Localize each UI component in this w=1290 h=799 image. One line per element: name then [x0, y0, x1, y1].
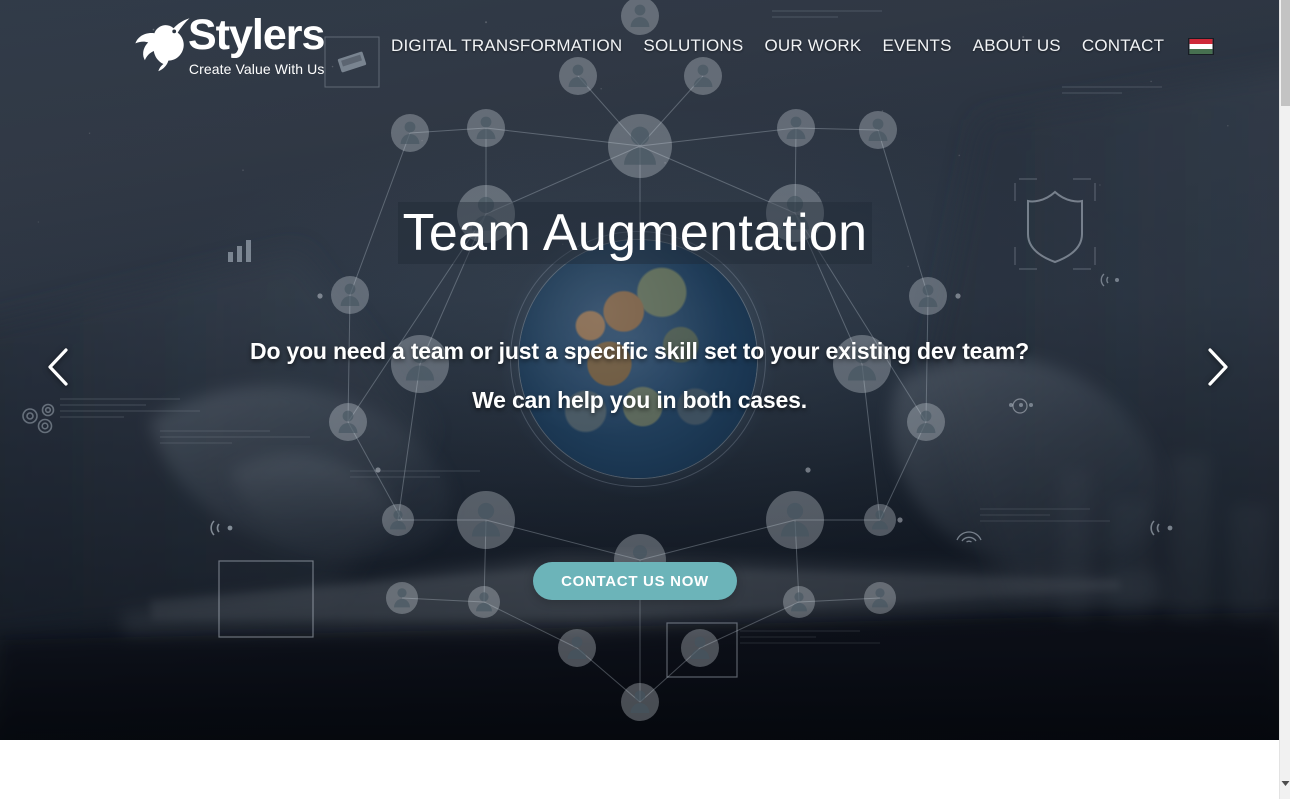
fingerprint-icon — [956, 531, 982, 543]
wifi-signal-icon — [210, 520, 233, 536]
page-body-below-fold — [0, 740, 1279, 799]
contact-us-now-button[interactable]: CONTACT US NOW — [533, 562, 737, 600]
hero-title: Team Augmentation — [402, 204, 868, 262]
main-navigation: DIGITAL TRANSFORMATION SOLUTIONS OUR WOR… — [391, 36, 1215, 56]
page-root: Stylers Create Value With Us DIGITAL TRA… — [0, 0, 1290, 799]
carousel-next-button[interactable] — [1192, 341, 1244, 393]
nav-item-about-us[interactable]: ABOUT US — [973, 36, 1061, 56]
nav-item-events[interactable]: EVENTS — [882, 36, 951, 56]
nav-item-solutions[interactable]: SOLUTIONS — [643, 36, 743, 56]
shield-icon — [1014, 178, 1096, 270]
nav-item-our-work[interactable]: OUR WORK — [764, 36, 861, 56]
hero-subtitle-line-2: We can help you in both cases. — [472, 387, 807, 413]
chevron-left-icon — [48, 348, 68, 386]
carousel-prev-button[interactable] — [32, 341, 84, 393]
nav-item-digital-transformation[interactable]: DIGITAL TRANSFORMATION — [391, 36, 622, 56]
scroll-down-arrow-icon[interactable] — [1280, 778, 1290, 789]
logo-wordmark: Stylers — [188, 11, 325, 59]
chevron-right-icon — [1208, 348, 1228, 386]
hummingbird-logo-icon — [135, 18, 190, 72]
hero-subtitle-line-1: Do you need a team or just a specific sk… — [250, 338, 1029, 364]
hero-section: Stylers Create Value With Us DIGITAL TRA… — [0, 0, 1279, 740]
focus-frame-icon — [666, 622, 738, 678]
focus-frame-icon — [218, 560, 314, 638]
bar-chart-icon — [228, 240, 251, 262]
hero-subtitle: Do you need a team or just a specific sk… — [0, 336, 1279, 415]
wifi-signal-icon — [1100, 273, 1119, 287]
wifi-signal-icon — [1150, 520, 1173, 536]
nav-item-contact[interactable]: CONTACT — [1082, 36, 1164, 56]
logo-tagline: Create Value With Us — [188, 61, 325, 77]
hungarian-flag-icon[interactable] — [1188, 37, 1215, 55]
scrollbar-thumb[interactable] — [1281, 0, 1290, 106]
browser-scrollbar[interactable] — [1279, 0, 1290, 799]
site-logo[interactable]: Stylers Create Value With Us — [134, 11, 325, 77]
site-header: Stylers Create Value With Us DIGITAL TRA… — [0, 0, 1279, 92]
